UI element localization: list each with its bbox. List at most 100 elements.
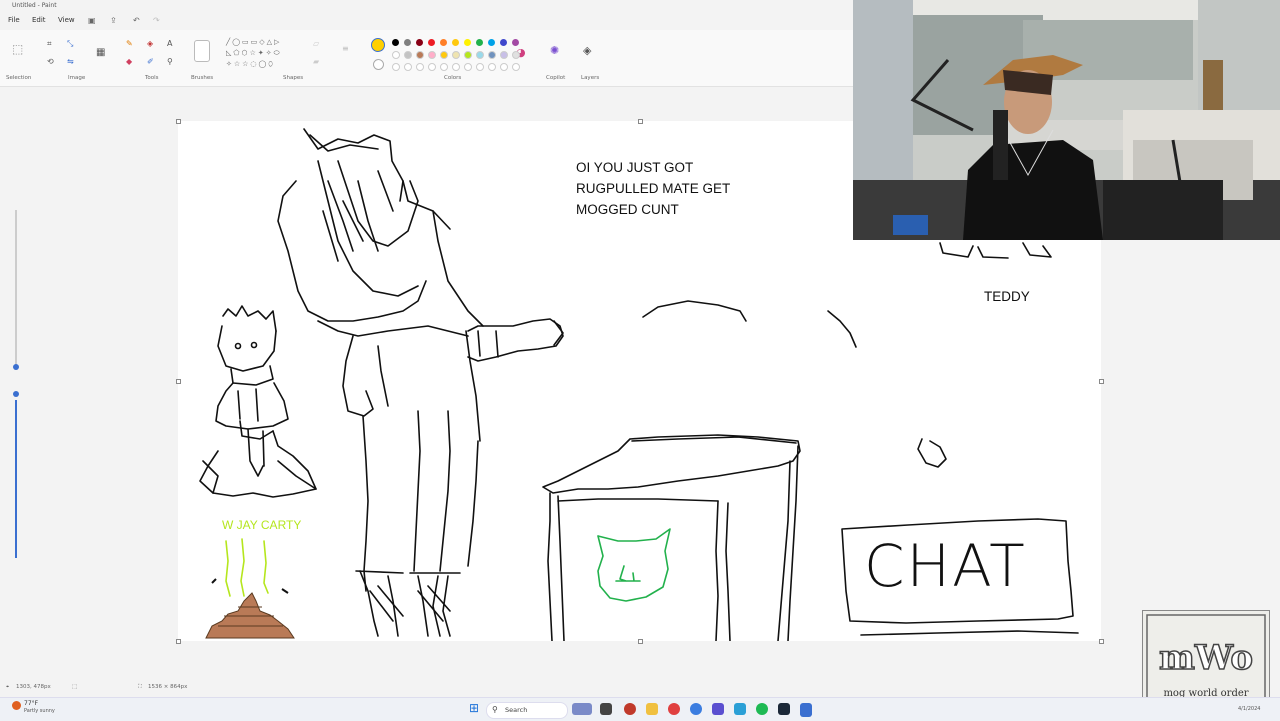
eraser-icon[interactable]: ◆: [126, 57, 132, 66]
start-icon[interactable]: ⊞: [469, 701, 479, 715]
canvas-resize-handle[interactable]: [176, 379, 181, 384]
shape-fill-icon[interactable]: ▰: [313, 57, 319, 66]
menu-file[interactable]: File: [8, 16, 20, 24]
weather-desc: Partly sunny: [24, 708, 55, 714]
shape-outline-icon[interactable]: ▱: [313, 39, 319, 48]
rotate-icon[interactable]: ⟲: [47, 57, 54, 66]
flip-icon[interactable]: ⇋: [67, 57, 74, 66]
color-picker-icon[interactable]: ✐: [147, 57, 154, 66]
browser-icon[interactable]: [668, 703, 680, 715]
color-swatch[interactable]: [500, 39, 507, 46]
color-swatch[interactable]: [500, 51, 508, 59]
custom-color-slot[interactable]: [428, 63, 436, 71]
color-swatch[interactable]: [452, 51, 460, 59]
color-swatch[interactable]: [440, 51, 448, 59]
crop-icon[interactable]: ⌗: [47, 39, 52, 49]
custom-color-slot[interactable]: [488, 63, 496, 71]
color-swatch[interactable]: [452, 39, 459, 46]
chrome-alt-icon[interactable]: [690, 703, 702, 715]
group-label-layers: Layers: [581, 75, 600, 81]
weather-temp: 77°F: [24, 700, 39, 707]
color-swatch[interactable]: [416, 39, 423, 46]
custom-color-slot[interactable]: [392, 63, 400, 71]
weather-icon[interactable]: [12, 701, 21, 710]
custom-color-slot[interactable]: [416, 63, 424, 71]
taskbar-search[interactable]: ⚲ Search: [486, 702, 568, 719]
cursor-position: 1303, 478px: [16, 684, 51, 690]
color-swatch[interactable]: [512, 51, 520, 59]
shapes-gallery[interactable]: ╱◯▭▭◇△▷ ◺⬠⬡☆✦✧⬭ ✧☆☆◌◯⬯: [226, 37, 306, 73]
selection-icon[interactable]: ⬚: [12, 42, 23, 56]
group-label-tools: Tools: [145, 75, 159, 81]
group-label-copilot: Copilot: [546, 75, 566, 81]
brushes-button[interactable]: [194, 40, 210, 62]
color-swatch[interactable]: [428, 51, 436, 59]
task-view-icon[interactable]: [600, 703, 612, 715]
color-swatch[interactable]: [392, 51, 400, 59]
secondary-color-swatch[interactable]: [373, 59, 384, 70]
vertical-zoom-slider[interactable]: [12, 200, 20, 560]
canvas-resize-handle[interactable]: [638, 119, 643, 124]
custom-color-slot[interactable]: [476, 63, 484, 71]
color-swatch[interactable]: [488, 51, 496, 59]
undo-icon[interactable]: ↶: [133, 16, 140, 25]
color-swatch[interactable]: [404, 39, 411, 46]
primary-color-swatch[interactable]: [371, 38, 385, 52]
spotify-icon[interactable]: [756, 703, 768, 715]
pencil-icon[interactable]: ✎: [126, 39, 133, 48]
webcam-scene: [853, 0, 1280, 240]
save-icon[interactable]: ▣: [88, 16, 96, 25]
discord-icon[interactable]: [712, 703, 724, 715]
group-label-selection: Selection: [6, 75, 32, 81]
canvas-size-icon: ⛶: [138, 684, 142, 690]
color-swatch[interactable]: [476, 51, 484, 59]
menu-edit[interactable]: Edit: [32, 16, 46, 24]
color-swatch[interactable]: [464, 39, 471, 46]
widgets-icon[interactable]: [572, 703, 592, 715]
custom-color-slot[interactable]: [452, 63, 460, 71]
canvas-resize-handle[interactable]: [1099, 379, 1104, 384]
color-swatch[interactable]: [476, 39, 483, 46]
resize-icon[interactable]: ⤡: [67, 39, 73, 49]
color-swatch[interactable]: [464, 51, 472, 59]
caption-line-2: RUGPULLED MATE GET: [576, 181, 731, 196]
custom-color-slot[interactable]: [440, 63, 448, 71]
menu-view[interactable]: View: [58, 16, 75, 24]
group-label-image: Image: [68, 75, 86, 81]
group-label-brushes: Brushes: [191, 75, 214, 81]
file-explorer-icon[interactable]: [646, 703, 658, 715]
canvas-resize-handle[interactable]: [638, 639, 643, 644]
paint-icon[interactable]: [800, 703, 812, 717]
window-title: Untitled - Paint: [12, 2, 57, 9]
custom-color-slot[interactable]: [464, 63, 472, 71]
caption-line-1: OI YOU JUST GOT: [576, 160, 694, 175]
chrome-icon[interactable]: [624, 703, 636, 715]
color-swatch[interactable]: [416, 51, 424, 59]
color-swatch[interactable]: [512, 39, 519, 46]
menu-bar: File Edit View ▣ ⇪ ↶ ↷: [0, 13, 900, 29]
canvas-resize-handle[interactable]: [1099, 639, 1104, 644]
layers-icon[interactable]: ◈: [583, 44, 591, 57]
magnifier-icon[interactable]: ⚲: [167, 57, 173, 66]
canvas-resize-handle[interactable]: [176, 119, 181, 124]
color-swatch[interactable]: [440, 39, 447, 46]
color-swatch[interactable]: [428, 39, 435, 46]
fill-icon[interactable]: ◈: [147, 39, 153, 48]
custom-color-slot[interactable]: [404, 63, 412, 71]
image-select-icon[interactable]: ▦: [96, 47, 105, 58]
color-swatch[interactable]: [404, 51, 412, 59]
text-icon[interactable]: A: [167, 39, 172, 48]
color-swatch[interactable]: [488, 39, 495, 46]
custom-color-slot[interactable]: [500, 63, 508, 71]
color-swatch[interactable]: [392, 39, 399, 46]
canvas-resize-handle[interactable]: [176, 639, 181, 644]
shape-size-icon[interactable]: ≡: [342, 44, 349, 53]
steam-icon[interactable]: [778, 703, 790, 715]
share-icon[interactable]: ⇪: [110, 16, 117, 25]
custom-color-slot[interactable]: [512, 63, 520, 71]
slider-thumb[interactable]: [13, 391, 19, 397]
redo-icon[interactable]: ↷: [153, 16, 160, 25]
calculator-icon[interactable]: [734, 703, 746, 715]
teddy-label: TEDDY: [984, 289, 1030, 304]
copilot-icon[interactable]: ✺: [550, 44, 559, 57]
